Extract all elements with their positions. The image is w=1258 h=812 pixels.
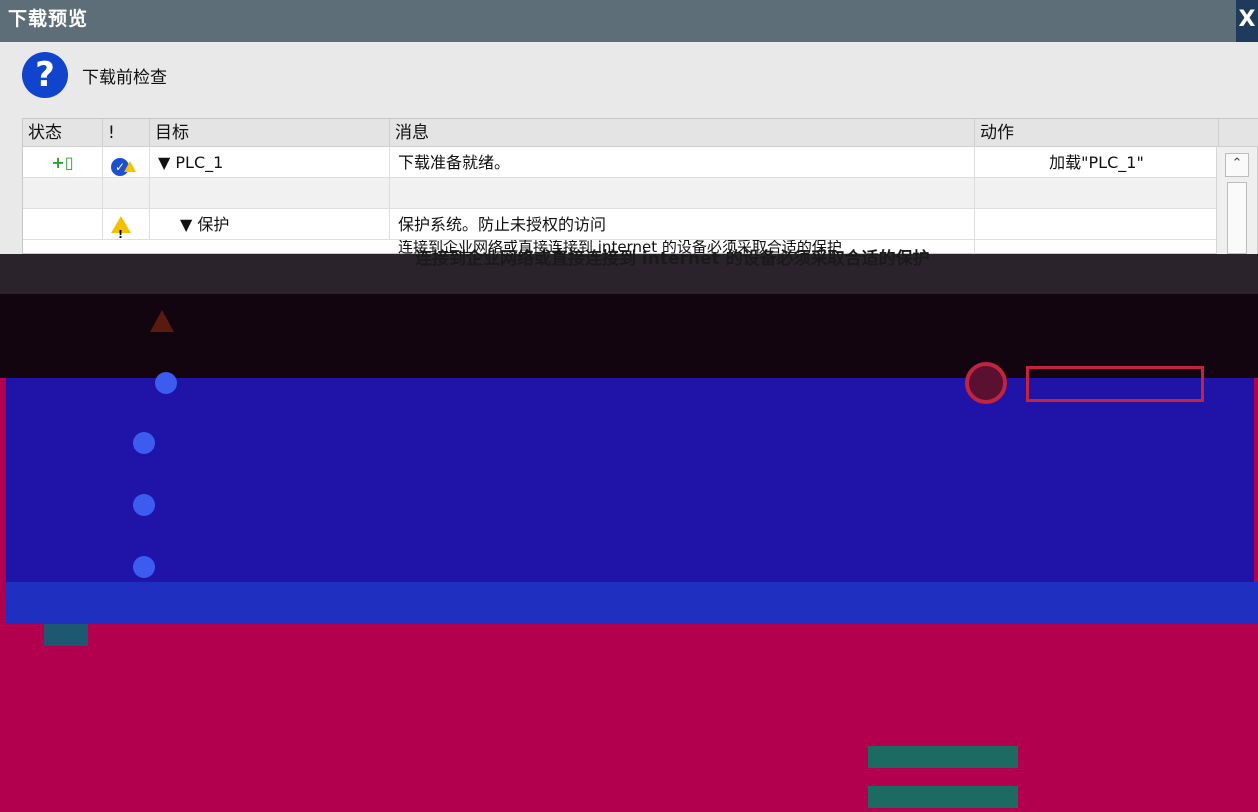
ghost-warning-icon (150, 310, 174, 332)
column-header-status[interactable]: 状态 (23, 119, 103, 147)
column-header-flag[interactable]: ! (103, 119, 150, 147)
title-bar: 下载预览 X (0, 0, 1258, 42)
message-cell: 下载准备就绪。 (390, 147, 975, 178)
ghost-button-cancel (868, 786, 1018, 808)
ghost-button-load (868, 746, 1018, 768)
table-row[interactable]: +▯ ✓ ▼ PLC_1 下载准备就绪。 加载"PLC_1" (23, 147, 1219, 178)
flag-cell: ✓ (103, 147, 150, 178)
overlay-message: 连接到企业网络或直接连接到 internet 的设备必须采取合适的保护 (415, 249, 930, 269)
table-row (23, 178, 1219, 209)
glitch-band-pink (0, 624, 1258, 812)
target-cell[interactable]: ▼ 保护 (150, 209, 390, 240)
question-icon: ? (22, 52, 68, 98)
warning-icon: ! (111, 216, 131, 241)
status-cell (23, 209, 103, 240)
window-title: 下载预览 (8, 8, 89, 30)
glitch-band-blue (6, 378, 1254, 582)
check-table: 状态 ! 目标 消息 动作 +▯ ✓ ▼ PLC_1 下载准备就绪。 加载"PL… (22, 118, 1258, 255)
column-header-message[interactable]: 消息 (390, 119, 975, 147)
message-cell: 保护系统。防止未授权的访问 (390, 209, 975, 240)
ghost-status-icon (133, 494, 155, 516)
status-cell (23, 178, 103, 209)
download-status-icon: +▯ (51, 153, 74, 172)
flag-cell (103, 178, 150, 209)
scroll-up-button[interactable]: ⌃ (1225, 153, 1249, 177)
action-cell (975, 178, 1219, 209)
action-cell[interactable]: 加载"PLC_1" (975, 147, 1219, 178)
close-button[interactable]: X (1236, 0, 1258, 42)
ghost-check-icon (155, 372, 177, 394)
column-header-action[interactable]: 动作 (975, 119, 1219, 147)
column-header-spacer (1219, 119, 1258, 147)
table-row[interactable]: ! ▼ 保护 保护系统。防止未授权的访问 (23, 209, 1219, 241)
glitch-band-blue-lower (6, 582, 1258, 624)
column-header-target[interactable]: 目标 (150, 119, 390, 147)
flag-cell: ! (103, 209, 150, 241)
header-label: 下载前检查 (82, 68, 167, 88)
scroll-thumb[interactable] (1227, 182, 1247, 254)
message-cell (390, 178, 975, 209)
ghost-status-icon (133, 556, 155, 578)
status-cell: +▯ (23, 147, 103, 178)
vertical-scrollbar[interactable]: ⌃ (1216, 147, 1257, 255)
error-indicator-icon (965, 362, 1007, 404)
ghost-checkbox (44, 624, 88, 646)
ghost-select-box (1026, 366, 1204, 402)
target-cell[interactable]: ▼ PLC_1 (150, 147, 390, 178)
ghost-status-icon (133, 432, 155, 454)
action-cell (975, 209, 1219, 240)
shield-warning-icon: ✓ (111, 150, 136, 181)
target-cell (150, 178, 390, 209)
